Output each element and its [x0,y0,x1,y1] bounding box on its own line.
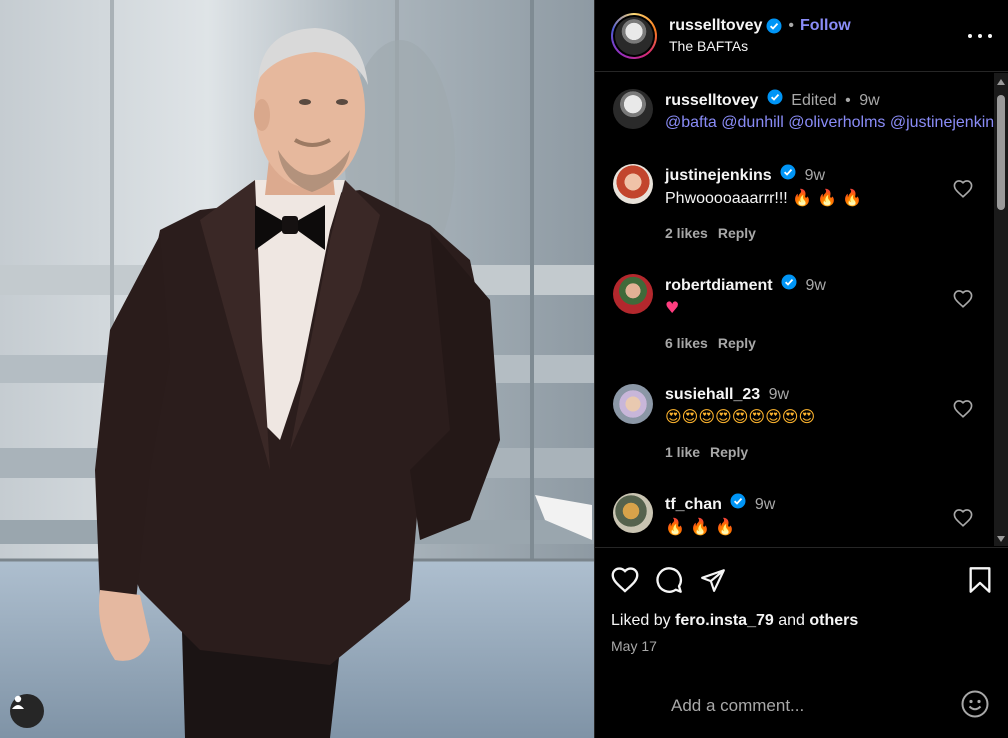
comment-item: tf_chan 9w 🔥 🔥 🔥 [613,493,1008,539]
post-side-panel: russelltovey • Follow The BAFTAs russell… [594,0,1008,738]
comment-time[interactable]: 9w [805,167,825,184]
scroll-up-arrow-icon[interactable] [997,79,1005,85]
liked-by-others[interactable]: others [809,612,858,629]
author-avatar[interactable] [611,12,657,59]
liked-and-label: and [778,612,805,629]
post-location[interactable]: The BAFTAs [669,38,968,54]
comment-item: susiehall_23 9w 😍😍😍😍😍😍😍😍😍 1 like Reply [613,384,1008,463]
follow-button[interactable]: Follow [800,17,851,35]
liked-by-user[interactable]: fero.insta_79 [675,612,774,629]
comment-item: justinejenkins 9w Phwooooaaarrr!!! 🔥 🔥 🔥… [613,164,1008,244]
scroll-thumb[interactable] [997,95,1005,210]
caption-edited: Edited [791,92,837,109]
mention-link[interactable]: @oliverholms [788,114,885,131]
emoji-icon[interactable] [961,690,989,723]
heart-eyes-emoji: 😍😍😍😍😍😍😍😍😍 [665,407,816,426]
mention-link[interactable]: @justinejenkins [890,114,1002,131]
reply-button[interactable]: Reply [718,222,756,244]
caption-mentions: @bafta @dunhill @oliverholms @justinejen… [665,112,1008,134]
author-username[interactable]: russelltovey [669,17,762,35]
post-photo[interactable] [0,0,594,738]
comment-username[interactable]: susiehall_23 [665,386,760,403]
post-date[interactable]: May 17 [611,638,993,654]
comment-likes[interactable]: 2 likes [665,222,708,244]
commenter-avatar[interactable] [613,274,653,314]
reply-button[interactable]: Reply [718,332,756,354]
comment-text: Phwooooaaarrr!!! [665,190,788,207]
comment-icon[interactable] [655,566,683,594]
heart-emoji: ♥ [665,298,680,317]
caption-avatar[interactable] [613,89,653,129]
scroll-down-arrow-icon[interactable] [997,536,1005,542]
heart-icon[interactable] [953,180,973,203]
likes-summary: Liked by fero.insta_79 and others [611,612,993,630]
comment-item: robertdiament 9w ♥ 6 likes Reply [613,274,1008,354]
heart-icon[interactable] [953,290,973,313]
fire-emoji: 🔥 🔥 🔥 [665,517,735,536]
comment-time[interactable]: 9w [769,386,789,403]
comment-username[interactable]: robertdiament [665,277,773,294]
add-comment-bar [595,674,1008,738]
post-header: russelltovey • Follow The BAFTAs [595,0,1008,72]
verified-badge-icon [780,164,796,180]
heart-icon[interactable] [611,567,639,593]
photo-illustration [0,0,594,738]
commenter-avatar[interactable] [613,164,653,204]
mention-link[interactable]: @bafta [665,114,717,131]
commenter-avatar[interactable] [613,493,653,533]
share-icon[interactable] [699,567,727,593]
more-icon[interactable] [968,33,992,38]
heart-icon[interactable] [953,400,973,423]
verified-badge-icon [766,18,782,34]
user-tag-icon[interactable] [10,694,44,728]
comment-username[interactable]: tf_chan [665,496,722,513]
separator-dot: • [788,17,794,34]
comments-list[interactable]: russelltovey Edited • 9w @bafta @dunhill… [595,73,1008,546]
comment-time[interactable]: 9w [805,277,825,294]
post-caption: russelltovey Edited • 9w @bafta @dunhill… [613,89,1008,134]
separator-dot: • [845,92,851,109]
comment-time[interactable]: 9w [755,496,775,513]
caption-time[interactable]: 9w [859,92,879,109]
comment-likes[interactable]: 1 like [665,441,700,463]
caption-username[interactable]: russelltovey [665,92,758,109]
comment-likes[interactable]: 6 likes [665,332,708,354]
verified-badge-icon [730,493,746,509]
reply-button[interactable]: Reply [710,441,748,463]
verified-badge-icon [781,274,797,290]
comment-input[interactable] [671,696,961,716]
author-info: russelltovey • Follow The BAFTAs [669,17,968,54]
mention-link[interactable]: @dunhill [721,114,784,131]
instagram-post-modal: russelltovey • Follow The BAFTAs russell… [0,0,1008,738]
comments-scrollbar[interactable] [994,73,1008,546]
liked-by-label: Liked by [611,612,671,629]
heart-icon[interactable] [953,509,973,532]
commenter-avatar[interactable] [613,384,653,424]
verified-badge-icon [767,89,783,105]
comment-username[interactable]: justinejenkins [665,167,772,184]
save-icon[interactable] [967,566,993,594]
fire-emoji: 🔥 🔥 🔥 [792,188,863,207]
